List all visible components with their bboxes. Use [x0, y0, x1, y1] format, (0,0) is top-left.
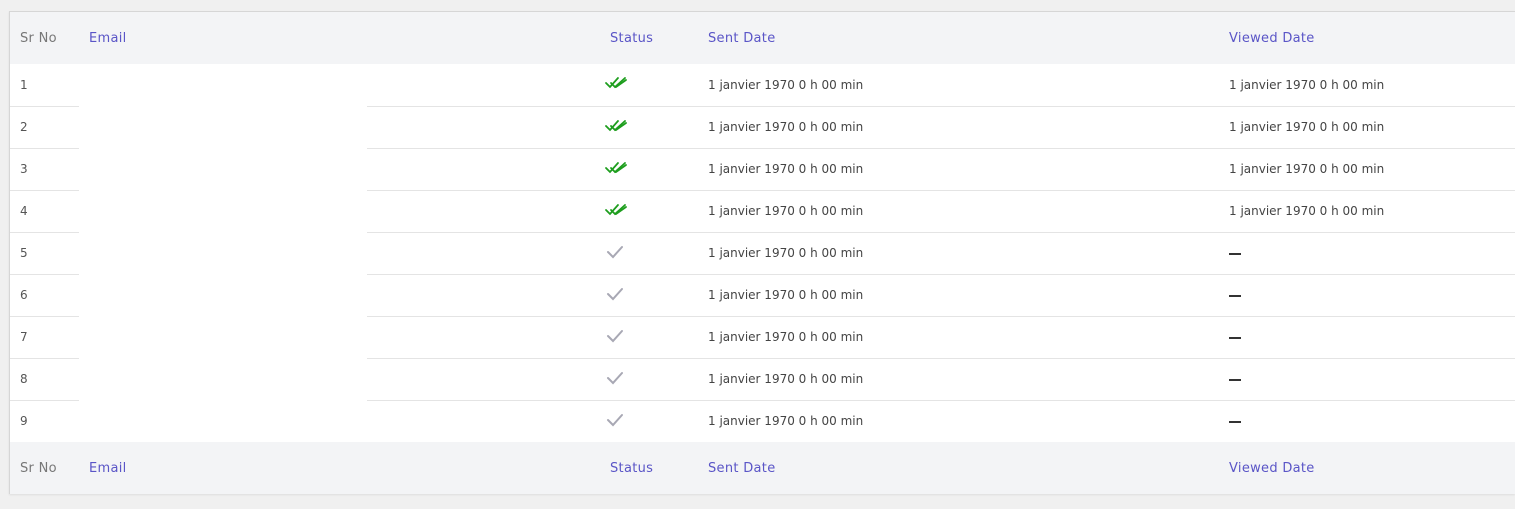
sent-date-cell: 1 janvier 1970 0 h 00 min	[698, 189, 1219, 232]
table-row[interactable]: 3 1 janvier 1970 0 h 00 min 1 janvier 1970…	[10, 147, 1515, 190]
header-sr-no[interactable]: Sr No	[10, 12, 79, 64]
status-cell	[600, 189, 698, 232]
row-divider	[367, 273, 600, 275]
table-row[interactable]: 7 1 janvier 1970 0 h 00 min	[10, 315, 1515, 358]
row-divider	[367, 105, 600, 107]
table-footer: Sr No Email Status Sent Date Viewed Date	[10, 442, 1515, 494]
double-check-icon	[604, 160, 628, 179]
sent-date-cell: 1 janvier 1970 0 h 00 min	[698, 357, 1219, 400]
single-check-icon	[604, 370, 628, 389]
single-check-icon	[604, 328, 628, 347]
sent-date-cell: 1 janvier 1970 0 h 00 min	[698, 231, 1219, 274]
email-cell	[79, 64, 600, 106]
email-cell	[79, 189, 600, 232]
sr-no-cell: 1	[20, 77, 28, 92]
sr-no-cell: 5	[10, 231, 79, 274]
table-row[interactable]: 9 1 janvier 1970 0 h 00 min	[10, 399, 1515, 442]
header-status[interactable]: Status	[600, 12, 698, 64]
row-divider	[367, 231, 600, 233]
sr-no-cell: 8	[10, 357, 79, 400]
footer-email[interactable]: Email	[79, 442, 600, 494]
dash-icon	[1229, 420, 1241, 423]
sr-no-cell: 3	[10, 147, 79, 190]
header-email[interactable]: Email	[79, 12, 600, 64]
footer-sr-no[interactable]: Sr No	[10, 442, 79, 494]
status-cell	[600, 357, 698, 400]
table-row[interactable]: 4 1 janvier 1970 0 h 00 min 1 janvier 1970…	[10, 189, 1515, 232]
header-row: Sr No Email Status Sent Date Viewed Date	[10, 12, 1515, 64]
table-row[interactable]: 8 1 janvier 1970 0 h 00 min	[10, 357, 1515, 400]
email-cell	[79, 357, 600, 400]
table-row[interactable]: 1 1 janvier 1970 0 h 00 min 1 janvier 1970…	[10, 64, 1515, 106]
table-body: 11 janvier 1970 0 h 00 min 1 janvier 1970…	[10, 64, 1515, 442]
viewed-date-cell: 1 janvier 1970 0 h 00 min	[1229, 77, 1385, 92]
single-check-icon	[604, 244, 628, 263]
email-cell	[79, 399, 600, 442]
viewed-date-cell	[1219, 315, 1515, 358]
email-tracking-table: Sr No Email Status Sent Date Viewed Date…	[10, 12, 1515, 494]
footer-sent-date[interactable]: Sent Date	[698, 442, 1219, 494]
sent-date-cell: 1 janvier 1970 0 h 00 min	[708, 77, 864, 92]
status-cell	[600, 315, 698, 358]
email-cell	[79, 273, 600, 316]
sr-no-cell: 2	[10, 105, 79, 148]
table-row[interactable]: 6 1 janvier 1970 0 h 00 min	[10, 273, 1515, 316]
footer-status[interactable]: Status	[600, 442, 698, 494]
sr-no-cell: 7	[10, 315, 79, 358]
row-divider	[367, 315, 600, 317]
row-divider	[367, 357, 600, 359]
status-cell	[600, 273, 698, 316]
double-check-icon	[604, 118, 628, 137]
email-tracking-panel: Sr No Email Status Sent Date Viewed Date…	[9, 11, 1515, 494]
dash-icon	[1229, 378, 1241, 381]
email-cell	[79, 231, 600, 274]
header-sent-date[interactable]: Sent Date	[698, 12, 1219, 64]
sent-date-cell: 1 janvier 1970 0 h 00 min	[698, 105, 1219, 148]
dash-icon	[1229, 336, 1241, 339]
sr-no-cell: 6	[10, 273, 79, 316]
table-header: Sr No Email Status Sent Date Viewed Date	[10, 12, 1515, 64]
header-viewed-date[interactable]: Viewed Date	[1219, 12, 1515, 64]
table-row[interactable]: 5 1 janvier 1970 0 h 00 min	[10, 231, 1515, 274]
sent-date-cell: 1 janvier 1970 0 h 00 min	[698, 273, 1219, 316]
sent-date-cell: 1 janvier 1970 0 h 00 min	[698, 315, 1219, 358]
viewed-date-cell: 1 janvier 1970 0 h 00 min	[1219, 147, 1515, 190]
single-check-icon	[604, 412, 628, 431]
status-cell	[600, 399, 698, 442]
viewed-date-cell	[1219, 231, 1515, 274]
footer-viewed-date[interactable]: Viewed Date	[1219, 442, 1515, 494]
viewed-date-cell: 1 janvier 1970 0 h 00 min	[1219, 105, 1515, 148]
email-cell	[79, 315, 600, 358]
footer-row: Sr No Email Status Sent Date Viewed Date	[10, 442, 1515, 494]
single-check-icon	[604, 286, 628, 305]
row-divider	[367, 147, 600, 149]
sent-date-cell: 1 janvier 1970 0 h 00 min	[698, 399, 1219, 442]
viewed-date-cell: 1 janvier 1970 0 h 00 min	[1219, 189, 1515, 232]
dash-icon	[1229, 252, 1241, 255]
status-cell	[600, 64, 698, 106]
row-divider	[367, 189, 600, 191]
status-cell	[600, 231, 698, 274]
email-cell	[79, 147, 600, 190]
viewed-date-cell	[1219, 357, 1515, 400]
table-row[interactable]: 2 1 janvier 1970 0 h 00 min 1 janvier 1970…	[10, 105, 1515, 148]
email-cell	[79, 105, 600, 148]
status-cell	[600, 147, 698, 190]
status-cell	[600, 105, 698, 148]
viewed-date-cell	[1219, 399, 1515, 442]
viewed-date-cell	[1219, 273, 1515, 316]
row-divider	[367, 399, 600, 401]
sent-date-cell: 1 janvier 1970 0 h 00 min	[698, 147, 1219, 190]
dash-icon	[1229, 294, 1241, 297]
sr-no-cell: 4	[10, 189, 79, 232]
sr-no-cell: 9	[10, 399, 79, 442]
double-check-icon	[604, 202, 628, 221]
double-check-icon	[604, 75, 628, 94]
